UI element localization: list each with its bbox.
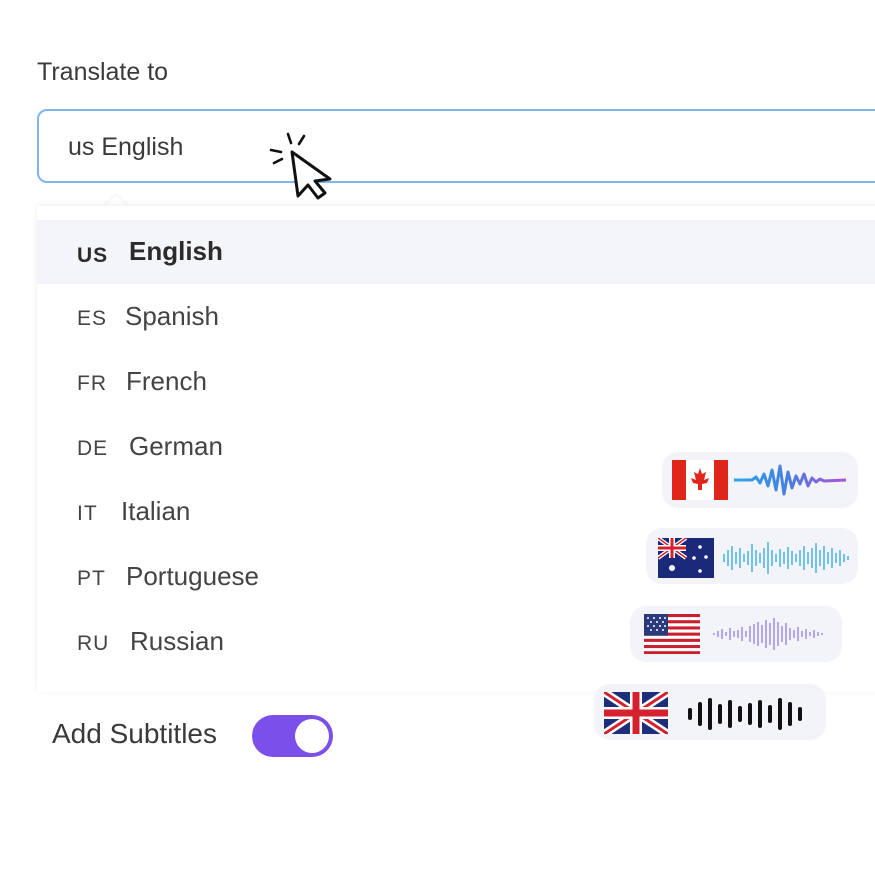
voice-chip-usa[interactable] — [630, 606, 842, 662]
language-code: FR — [77, 372, 107, 395]
language-name: Spanish — [125, 301, 219, 331]
language-code: IT — [77, 502, 98, 525]
black-waveform-icon — [688, 698, 802, 730]
language-code: RU — [77, 632, 110, 655]
language-name: Italian — [121, 496, 191, 526]
add-subtitles-toggle[interactable] — [252, 715, 333, 757]
australia-flag-icon — [658, 538, 714, 578]
toggle-knob — [295, 719, 329, 753]
uk-flag-icon — [604, 692, 668, 734]
language-code: US — [77, 244, 109, 267]
voice-chip-canada[interactable] — [662, 452, 858, 508]
language-code: DE — [77, 437, 109, 460]
blue-waveform-icon — [723, 542, 849, 574]
language-option-es[interactable]: ES Spanish — [37, 285, 875, 349]
language-name: German — [129, 431, 223, 461]
language-name: French — [126, 366, 207, 396]
cursor-click-icon — [269, 132, 332, 200]
language-name: English — [129, 236, 223, 266]
add-subtitles-label: Add Subtitles — [52, 718, 217, 749]
canada-flag-icon — [672, 460, 728, 500]
language-code: PT — [77, 567, 106, 590]
translate-to-label: Translate to — [37, 58, 169, 86]
gradient-waveform-icon — [734, 464, 847, 496]
voice-chip-australia[interactable] — [646, 528, 858, 584]
voice-chip-uk[interactable] — [594, 684, 826, 740]
usa-flag-icon — [644, 614, 700, 654]
selected-language-value: us English — [68, 133, 184, 161]
language-option-fr[interactable]: FR French — [37, 350, 875, 414]
language-name: Portuguese — [126, 561, 259, 591]
language-code: ES — [77, 307, 108, 330]
purple-waveform-icon — [713, 618, 823, 650]
language-select[interactable]: us English — [37, 109, 875, 183]
language-name: Russian — [130, 626, 224, 656]
language-option-us[interactable]: US English — [37, 220, 875, 284]
